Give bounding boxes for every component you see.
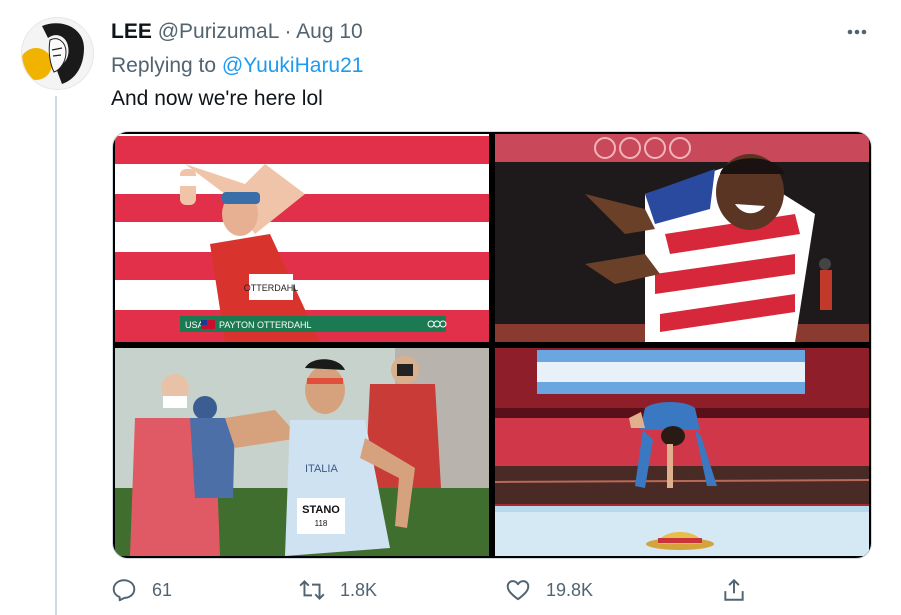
- reply-button[interactable]: 61: [110, 576, 172, 604]
- media-image-2[interactable]: [495, 134, 869, 342]
- media-image-4[interactable]: [495, 348, 869, 556]
- reply-icon: [110, 576, 138, 604]
- retweet-count: 1.8K: [340, 579, 378, 600]
- tweet-date[interactable]: Aug 10: [296, 20, 363, 43]
- retweet-button[interactable]: 1.8K: [298, 576, 377, 604]
- display-name[interactable]: LEE: [111, 20, 152, 43]
- like-icon: [504, 576, 532, 604]
- separator: ·: [284, 20, 292, 43]
- reply-count: 61: [152, 579, 173, 600]
- caption-name: PAYTON OTTERDAHL: [219, 320, 312, 330]
- avatar[interactable]: [21, 17, 94, 90]
- bib-name: STANO: [302, 504, 340, 516]
- share-icon: [720, 576, 748, 604]
- bib-text: OTTERDAHL: [244, 283, 299, 293]
- media-image-1[interactable]: OTTERDAHL USA PAYTON OTTERDAHL: [115, 134, 489, 342]
- mention-link[interactable]: @YuukiHaru21: [222, 54, 364, 77]
- tweet-header: LEE @PurizumaL · Aug 10: [111, 20, 363, 44]
- thread-line: [55, 96, 57, 615]
- media-grid: OTTERDAHL USA PAYTON OTTERDAHL ITALIA ST…: [112, 131, 872, 559]
- more-button[interactable]: [843, 22, 873, 42]
- replying-prefix: Replying to: [111, 54, 217, 77]
- share-button[interactable]: [720, 576, 748, 604]
- tweet-text: And now we're here lol: [111, 87, 323, 110]
- avatar-image: [22, 18, 93, 89]
- more-icon: [847, 29, 867, 35]
- jersey-text: ITALIA: [305, 463, 338, 475]
- bib-number: 118: [315, 519, 328, 528]
- like-button[interactable]: 19.8K: [504, 576, 593, 604]
- tweet-actions: 61 1.8K 19.8K: [0, 576, 901, 610]
- retweet-icon: [298, 576, 326, 604]
- media-image-3[interactable]: ITALIA STANO 118: [115, 348, 489, 556]
- handle[interactable]: @PurizumaL: [158, 20, 279, 43]
- caption-country: USA: [185, 320, 204, 330]
- replying-to: Replying to @YuukiHaru21: [111, 54, 363, 78]
- like-count: 19.8K: [546, 579, 594, 600]
